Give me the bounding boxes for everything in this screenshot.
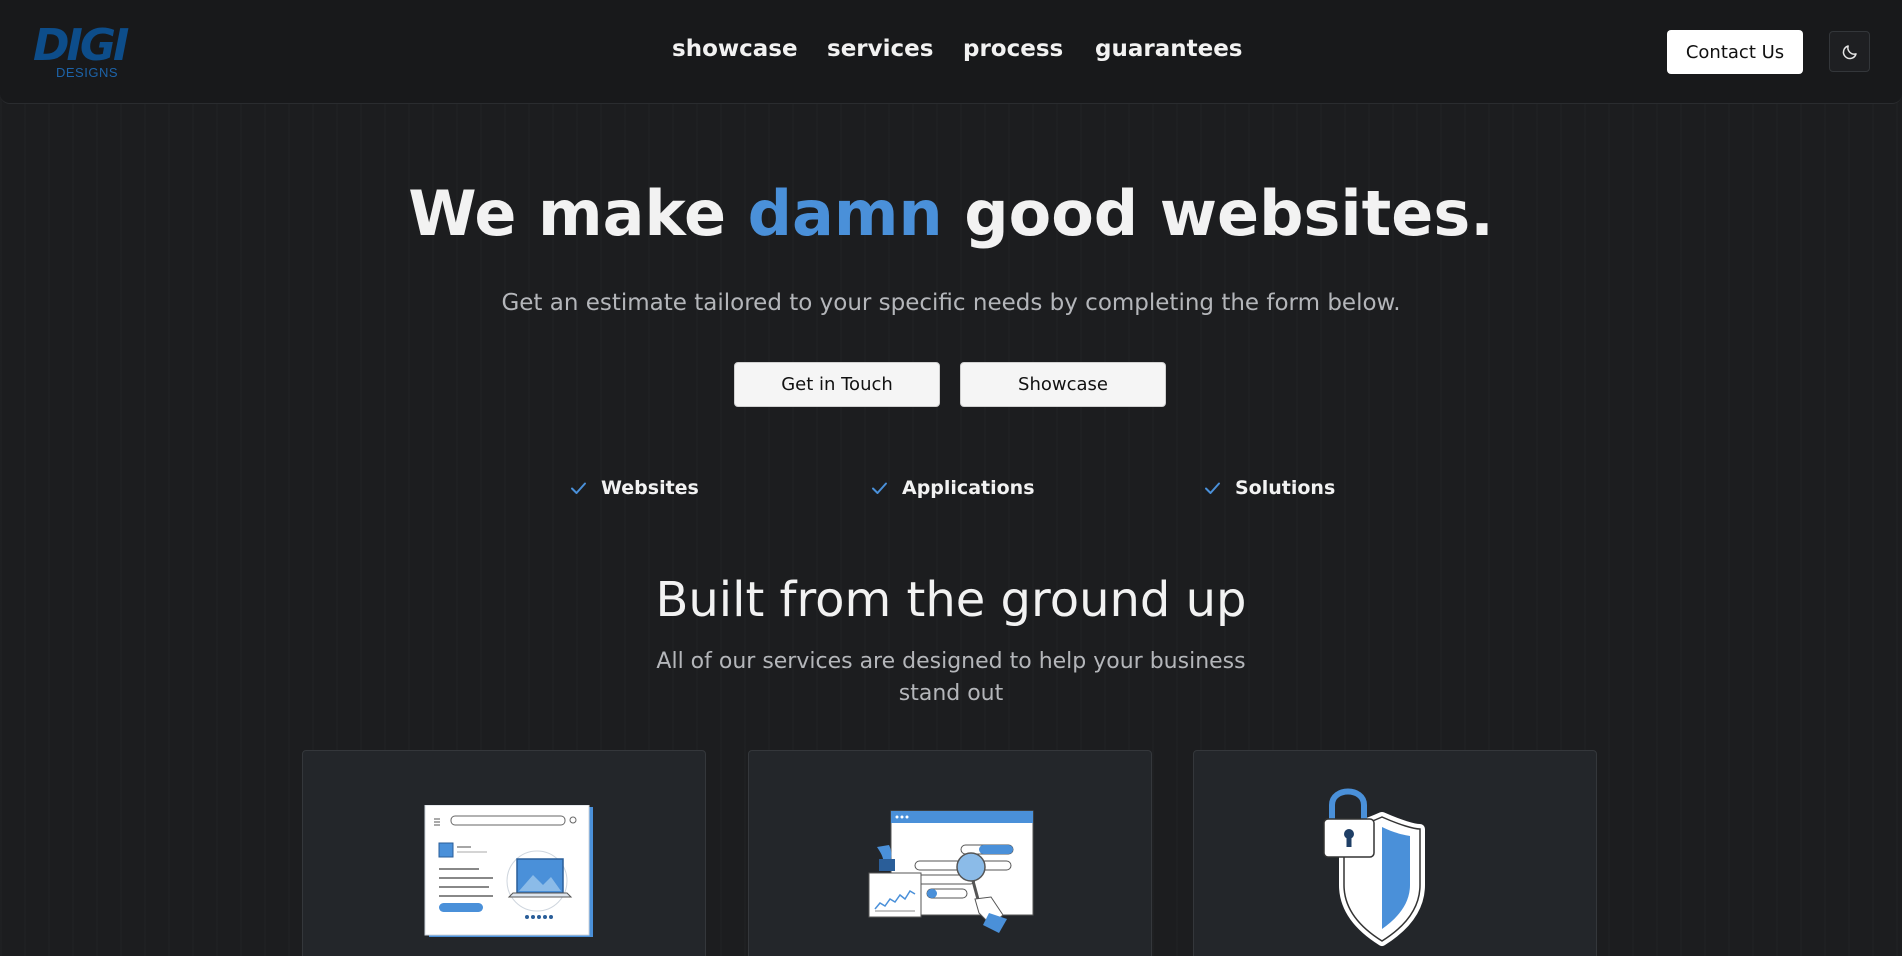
check-icon <box>1205 482 1220 494</box>
site-header: DIGI DESIGNS showcase services process g… <box>0 0 1902 104</box>
hero-title-end: good websites. <box>964 177 1494 250</box>
web-design-illustration-icon <box>424 805 593 937</box>
moon-icon <box>1842 44 1857 59</box>
feature-solutions: Solutions <box>1204 474 1335 502</box>
showcase-button[interactable]: Showcase <box>960 362 1166 407</box>
get-in-touch-button[interactable]: Get in Touch <box>734 362 940 407</box>
feature-websites: Websites <box>570 474 699 502</box>
services-subtitle-line-1: All of our services are designed to help… <box>656 649 1246 674</box>
service-card-security[interactable] <box>1193 750 1597 956</box>
logo[interactable]: DIGI DESIGNS <box>33 24 143 82</box>
feature-label: Websites <box>601 477 699 499</box>
service-card-analytics[interactable] <box>748 750 1152 956</box>
hero-title-accent: damn <box>747 177 943 250</box>
analytics-illustration-icon <box>868 810 1034 933</box>
hero-title-start: We make <box>408 177 727 250</box>
main-nav: showcase services process guarantees <box>0 36 1902 70</box>
check-icon <box>872 482 887 494</box>
nav-item-process[interactable]: process <box>963 36 1063 62</box>
nav-item-showcase[interactable]: showcase <box>672 36 798 62</box>
logo-text: DIGI <box>33 20 129 71</box>
hero-subtitle: Get an estimate tailored to your specifi… <box>501 290 1401 316</box>
feature-applications: Applications <box>871 474 1035 502</box>
service-card-web-design[interactable] <box>302 750 706 956</box>
services-title: Built from the ground up <box>655 572 1247 628</box>
services-subtitle-line-2: stand out <box>898 681 1004 706</box>
hero-title: We make damn good websites. <box>0 177 1902 250</box>
logo-subtext: DESIGNS <box>56 65 119 80</box>
contact-us-button[interactable]: Contact Us <box>1667 30 1803 74</box>
feature-label: Applications <box>902 477 1035 499</box>
services-subtitle: All of our services are designed to help… <box>0 646 1902 710</box>
feature-label: Solutions <box>1235 477 1336 499</box>
theme-toggle-button[interactable] <box>1829 31 1870 72</box>
security-shield-lock-icon <box>1323 788 1425 946</box>
nav-item-guarantees[interactable]: guarantees <box>1095 36 1242 62</box>
nav-item-services[interactable]: services <box>827 36 933 62</box>
check-icon <box>571 482 586 494</box>
